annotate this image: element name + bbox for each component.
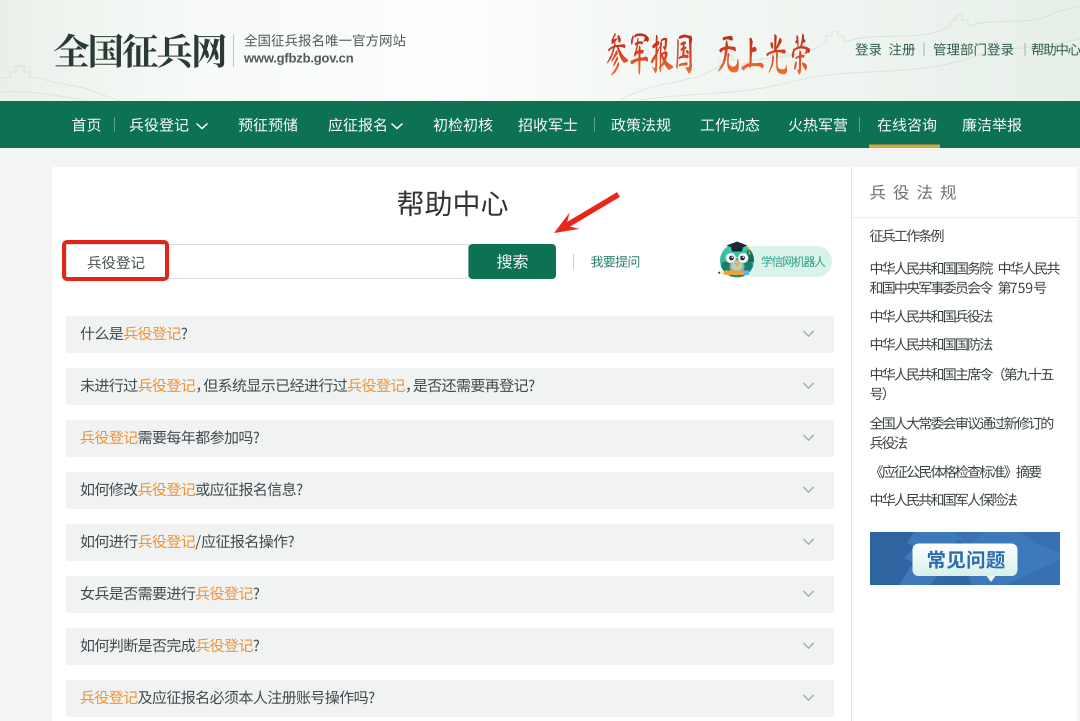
- svg-text:www.gfbzb.gov.cn: www.gfbzb.gov.cn: [243, 51, 354, 66]
